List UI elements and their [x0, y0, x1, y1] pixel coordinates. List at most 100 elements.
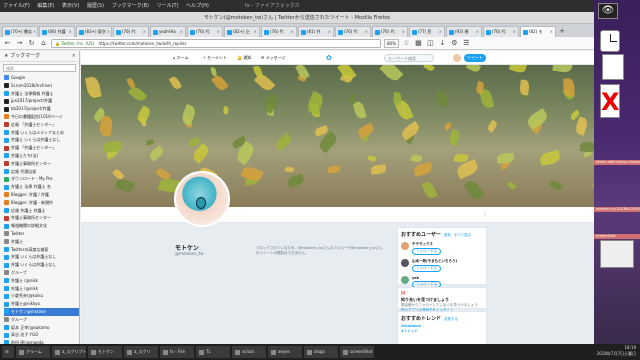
home-icon[interactable]: ⌂ — [39, 39, 48, 48]
download-icon[interactable]: ↓ — [438, 39, 447, 48]
follow-button[interactable]: フォローする — [412, 248, 441, 255]
browser-tab[interactable]: (76) 代 × — [261, 26, 297, 37]
profile-avatar[interactable] — [174, 171, 230, 227]
zoom-level[interactable]: 80% — [384, 38, 399, 48]
taskbar-item[interactable]: xeyes — [268, 346, 302, 358]
taskbar-item[interactable]: a_スクリプト — [52, 346, 86, 358]
menu-edit[interactable]: 編集(E) — [37, 3, 54, 9]
xlogo-icon[interactable]: X — [600, 84, 620, 118]
browser-tab[interactable]: yeah!Ha × — [150, 26, 186, 37]
bookmark-item[interactable]: グループ — [4, 316, 79, 324]
bookmark-item[interactable]: 弁護 いくらは弁護士なし — [4, 253, 79, 261]
close-tab-icon[interactable]: × — [439, 27, 442, 37]
sidebar-icon[interactable]: ◫ — [426, 39, 435, 48]
bookmark-item[interactable]: 広報 弁護士 弁護士 — [4, 207, 79, 215]
bookmark-item[interactable]: 弁護士事務所センター — [4, 160, 79, 168]
browser-tab[interactable]: (76) 代 × — [335, 26, 371, 37]
twitter-bird-icon[interactable]: ✿ — [326, 51, 332, 65]
desktop-label[interactable]: memory-yy-2018fb-2018f — [594, 207, 640, 212]
close-tab-icon[interactable]: × — [69, 27, 72, 37]
nav-notifications[interactable]: 🔔 通知 — [237, 51, 251, 65]
close-tab-icon[interactable]: × — [143, 27, 146, 37]
browser-tab[interactable]: (83+) 東京 × — [76, 26, 112, 37]
refresh-link[interactable]: 更新 — [444, 233, 451, 237]
browser-tab[interactable]: (93) 規 × — [446, 26, 482, 37]
tweet-button[interactable]: ツイート — [464, 54, 486, 62]
browser-tab[interactable]: (70+) 書店 × — [2, 26, 38, 37]
browser-tab[interactable]: (82+) 企 × — [224, 26, 260, 37]
bookmark-item[interactable]: Google — [4, 74, 79, 82]
browser-tab[interactable]: (66) 弁護 × — [39, 26, 75, 37]
close-tab-icon[interactable]: × — [107, 27, 110, 37]
taskbar-item[interactable]: fx - Fire — [160, 346, 194, 358]
bookmark-item[interactable]: Blogger: 弁護 / 弁護 — [4, 191, 79, 199]
suggested-user-name[interactable]: テララックス — [412, 242, 441, 247]
suggested-user-name[interactable]: yek — [412, 276, 441, 280]
bookmark-item[interactable]: 弁護士 いくらは弁護士なし — [4, 136, 79, 144]
bookmark-item[interactable]: 小倉秀夫(@koiku — [4, 292, 79, 300]
desktop-label[interactable]: screenShot — [594, 234, 640, 239]
desktop-label[interactable]: xterm-add-mytop-chrome-f — [594, 160, 640, 165]
bookmark-item[interactable]: 弁護 いくらは弁護士なし — [4, 261, 79, 269]
eyes-icon[interactable]: 👁 — [598, 3, 618, 19]
library-icon[interactable]: ▦ — [414, 39, 423, 48]
bookmark-item[interactable]: モトケン@motoke — [4, 307, 79, 316]
browser-tab[interactable]: (76) 代 × — [372, 26, 408, 37]
nav-home[interactable]: ⌂ ホーム — [173, 51, 189, 65]
trend-item[interactable]: #トレンド — [401, 329, 483, 334]
bookmark-star-icon[interactable]: ☆ — [402, 39, 411, 48]
taskbar-item[interactable]: xlogo — [304, 346, 338, 358]
reload-icon[interactable]: ↻ — [27, 39, 36, 48]
bookmark-item[interactable]: 弁護士 — [4, 238, 79, 246]
nav-moments[interactable]: ⚡ モーメント — [203, 51, 227, 65]
bookmark-item[interactable]: 広報 「弁護士センター」 — [4, 121, 79, 129]
hamburger-menu-icon[interactable]: ☰ — [462, 39, 471, 48]
twitter-search-input[interactable]: キーワード検索 — [384, 54, 434, 62]
url-bar[interactable]: 🔒 Twitter, Inc. (US) https://twitter.com… — [51, 38, 381, 48]
bookmark-item[interactable]: 広報 代理店部 — [4, 168, 79, 176]
extension-icon[interactable]: ⚙ — [450, 39, 459, 48]
more-options-icon[interactable]: ⋮ — [482, 211, 488, 218]
bookmark-search-input[interactable]: 検索 — [3, 64, 76, 72]
new-tab-icon[interactable]: + — [557, 26, 567, 37]
screenshot-window[interactable] — [600, 240, 634, 268]
user-avatar[interactable] — [401, 259, 409, 267]
bookmark-item[interactable]: 弁護士@nikkyo — [4, 300, 79, 308]
start-menu-icon[interactable]: ☰ — [2, 346, 14, 358]
bookmark-item[interactable]: 弁護士たち(法) — [4, 152, 79, 160]
menu-help[interactable]: ヘルプ(H) — [186, 3, 209, 9]
bookmark-item[interactable]: Twitterの高度な検索 — [4, 246, 79, 254]
browser-tab[interactable]: (76) 代 × — [113, 26, 149, 37]
close-tab-icon[interactable]: × — [254, 27, 257, 37]
browser-tab[interactable]: (81) 弁 × — [298, 26, 334, 37]
close-tab-icon[interactable]: × — [180, 27, 183, 37]
bookmark-item[interactable]: 弁護士 (@nikk — [4, 285, 79, 293]
menu-file[interactable]: ファイル(F) — [3, 3, 30, 9]
back-icon[interactable]: ← — [3, 39, 12, 48]
suggested-user-name[interactable]: 山本一郎(やまもといちろう) — [412, 259, 457, 264]
bookmark-item[interactable]: 弁護士 法律 弁護士 名 — [4, 183, 79, 191]
taskbar-item[interactable]: モトケン — [88, 346, 122, 358]
close-tab-icon[interactable]: × — [217, 27, 220, 37]
menu-tools[interactable]: ツール(T) — [157, 3, 179, 9]
sidebar-header[interactable]: ★ ブックマーク × — [0, 51, 79, 62]
bookmark-item[interactable]: 高谷 治子 YGO — [4, 331, 79, 339]
forward-icon[interactable]: → — [15, 39, 24, 48]
bookmark-item[interactable]: jpn2017/project/弁護 — [4, 97, 79, 105]
bookmark-item[interactable]: 今日の書籍配信(1016ページ — [4, 113, 79, 121]
menu-bookmarks[interactable]: ブックマーク(B) — [112, 3, 149, 9]
bookmark-item[interactable]: 弁護士 法律情報 弁護士 — [4, 90, 79, 98]
close-tab-icon[interactable]: × — [402, 27, 405, 37]
close-tab-icon[interactable]: × — [365, 27, 368, 37]
browser-tab[interactable]: (77) 民 × — [409, 26, 445, 37]
user-avatar[interactable] — [401, 242, 409, 250]
clock-widget[interactable] — [602, 54, 624, 80]
taskbar-item[interactable]: screenShot — [340, 346, 374, 358]
user-avatar[interactable] — [401, 276, 409, 284]
close-tab-icon[interactable]: × — [550, 27, 553, 37]
menu-history[interactable]: 履歴(S) — [87, 3, 104, 9]
taskbar-item[interactable]: xclock — [232, 346, 266, 358]
user-avatar[interactable] — [453, 54, 461, 62]
nav-messages[interactable]: ✉ メッセージ — [261, 51, 286, 65]
browser-tab[interactable]: (76) 代 × — [187, 26, 223, 37]
